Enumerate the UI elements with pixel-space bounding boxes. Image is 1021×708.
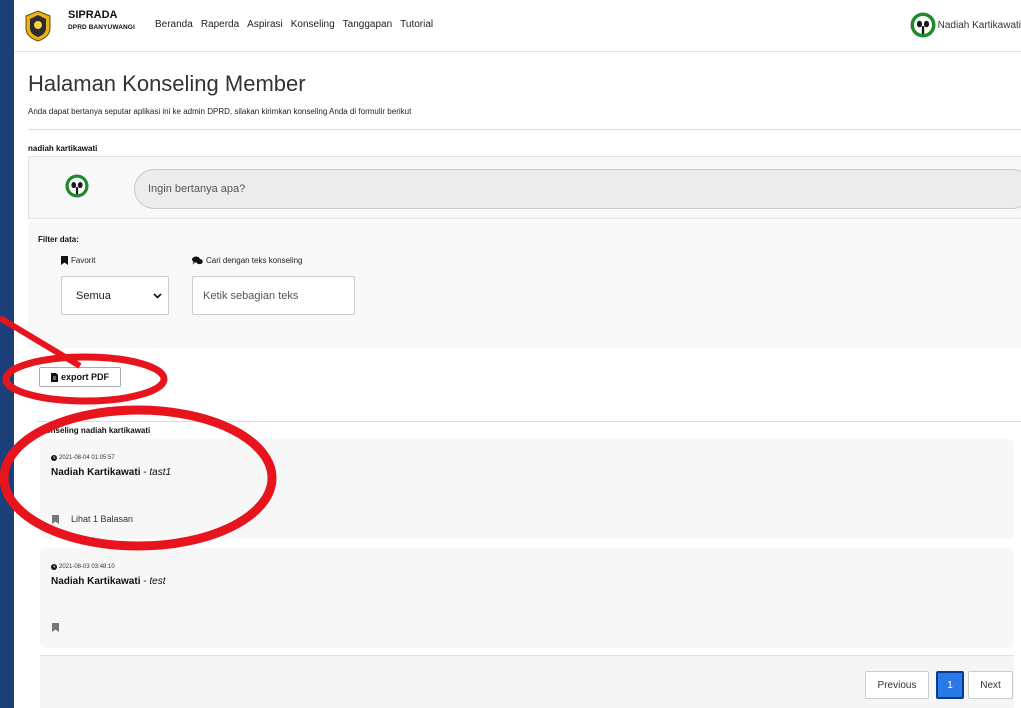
pagination: Previous 1 Next bbox=[40, 655, 1014, 708]
search-label: Cari dengan teks konseling bbox=[192, 256, 303, 265]
nav-link-konseling[interactable]: Konseling bbox=[291, 19, 335, 30]
divider bbox=[36, 421, 1021, 422]
logo-icon[interactable] bbox=[24, 10, 52, 42]
post-date-text: 2021-08-03 03:48:10 bbox=[59, 564, 115, 570]
page-1-button[interactable]: 1 bbox=[936, 671, 964, 699]
navbar: SIPRADA DPRD BANYUWANGI Beranda Raperda … bbox=[14, 0, 1021, 52]
view-replies-link[interactable]: Lihat 1 Balasan bbox=[71, 514, 133, 524]
post-date-text: 2021-08-04 01:05:57 bbox=[59, 455, 115, 461]
nav-link-tutorial[interactable]: Tutorial bbox=[400, 19, 433, 30]
post-author: Nadiah Kartikawati bbox=[51, 467, 141, 478]
filter-title: Filter data: bbox=[38, 235, 79, 244]
post-author: Nadiah Kartikawati bbox=[51, 576, 141, 587]
post-date: 2021-08-04 01:05:57 bbox=[51, 455, 115, 461]
export-pdf-button[interactable]: export PDF bbox=[39, 367, 121, 387]
nav-link-beranda[interactable]: Beranda bbox=[155, 19, 193, 30]
app-window: SIPRADA DPRD BANYUWANGI Beranda Raperda … bbox=[14, 0, 1021, 708]
comments-icon bbox=[192, 256, 203, 265]
export-pdf-label: export PDF bbox=[60, 372, 109, 382]
bookmark-icon[interactable] bbox=[52, 514, 59, 524]
nav-menu: Beranda Raperda Aspirasi Konseling Tangg… bbox=[155, 19, 441, 30]
page-description: Anda dapat bertanya seputar aplikasi ini… bbox=[28, 107, 412, 116]
favorite-select[interactable]: Semua bbox=[61, 276, 169, 315]
member-name: nadiah kartikawati bbox=[28, 144, 98, 153]
counseling-item: 2021-08-03 03:48:10 Nadiah Kartikawati -… bbox=[40, 548, 1014, 648]
favorite-select-value: Semua bbox=[76, 289, 111, 302]
chevron-down-icon bbox=[153, 293, 162, 299]
nav-link-raperda[interactable]: Raperda bbox=[201, 19, 239, 30]
section-title: Konseling nadiah kartikawati bbox=[40, 426, 151, 435]
favorite-label-text: Favorit bbox=[71, 256, 96, 265]
clock-icon bbox=[51, 455, 57, 461]
counseling-item: 2021-08-04 01:05:57 Nadiah Kartikawati -… bbox=[40, 439, 1014, 539]
user-name: Nadiah Kartikawati bbox=[937, 19, 1021, 31]
search-input[interactable]: Ketik sebagian teks bbox=[192, 276, 355, 315]
question-input[interactable]: Ingin bertanya apa? bbox=[134, 169, 1021, 209]
post-title[interactable]: Nadiah Kartikawati - test bbox=[51, 576, 166, 587]
previous-button[interactable]: Previous bbox=[865, 671, 929, 699]
filter-card: Filter data: Favorit Cari dengan teks ko… bbox=[28, 222, 1021, 348]
nav-link-tanggapan[interactable]: Tanggapan bbox=[343, 19, 393, 30]
user-menu[interactable]: Nadiah Kartikawati bbox=[910, 12, 1021, 38]
post-footer: Lihat 1 Balasan bbox=[52, 514, 133, 524]
favorite-label: Favorit bbox=[61, 256, 95, 265]
bookmark-icon[interactable] bbox=[52, 623, 59, 632]
bookmark-icon bbox=[61, 256, 68, 265]
divider bbox=[28, 129, 1021, 130]
brand-subtitle: DPRD BANYUWANGI bbox=[68, 24, 135, 31]
page-title: Halaman Konseling Member bbox=[28, 71, 306, 96]
nav-link-aspirasi[interactable]: Aspirasi bbox=[247, 19, 283, 30]
post-subject: test bbox=[149, 576, 166, 587]
pdf-icon bbox=[50, 372, 58, 382]
next-button[interactable]: Next bbox=[968, 671, 1013, 699]
ask-card: Ingin bertanya apa? bbox=[28, 156, 1021, 219]
brand-title[interactable]: SIPRADA bbox=[68, 9, 118, 21]
post-subject: tast1 bbox=[149, 467, 172, 478]
clock-icon bbox=[51, 564, 57, 570]
post-date: 2021-08-03 03:48:10 bbox=[51, 564, 115, 570]
search-label-text: Cari dengan teks konseling bbox=[206, 256, 303, 265]
post-footer bbox=[52, 623, 71, 632]
post-title[interactable]: Nadiah Kartikawati - tast1 bbox=[51, 467, 171, 478]
avatar-icon bbox=[65, 174, 89, 198]
avatar-icon bbox=[910, 12, 936, 38]
